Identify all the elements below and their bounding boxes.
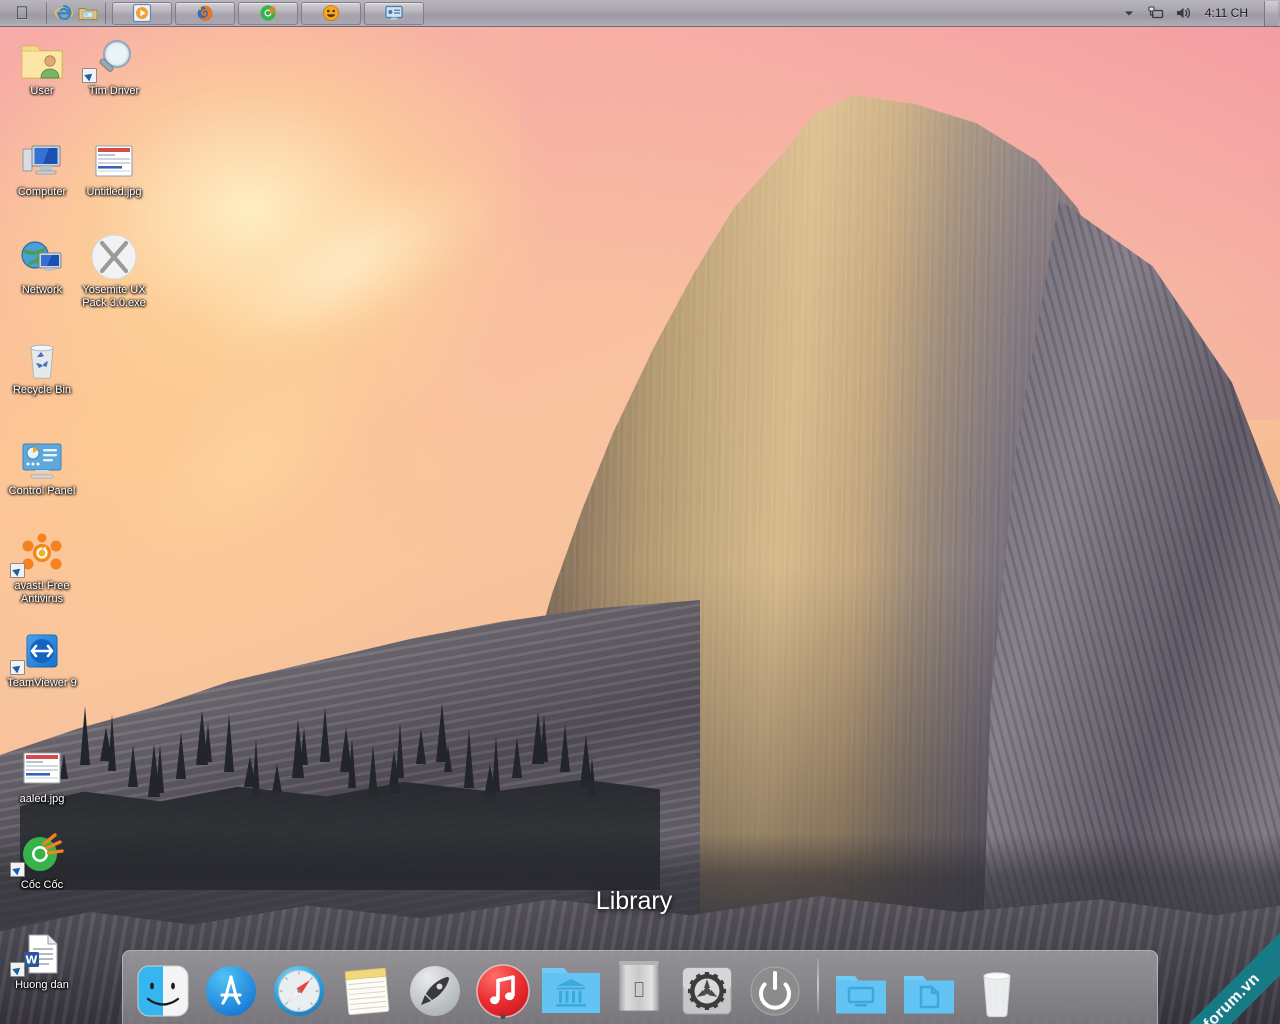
user-folder-icon (4, 32, 80, 82)
gear-icon (678, 962, 736, 1020)
dock-item-library[interactable] (539, 950, 603, 1020)
desktop-icon-label: avast! Free Antivirus (14, 580, 70, 605)
osx-x-icon (76, 231, 152, 281)
trash-icon (968, 962, 1026, 1020)
desktop-icon-label: Recycle Bin (12, 384, 72, 396)
desktop-icon-label: Huong dan (15, 979, 69, 991)
dock-item-itunes[interactable] (471, 950, 535, 1020)
control-panel-icon (4, 432, 80, 482)
desktop-icon-label: User (30, 85, 54, 97)
chevron-up-icon[interactable] (1120, 4, 1138, 22)
image-file-icon (4, 740, 80, 790)
network-icon[interactable] (1147, 4, 1165, 22)
word-document-icon: W (4, 926, 80, 977)
internet-explorer-icon[interactable] (53, 2, 75, 24)
dock-item-app-store[interactable] (199, 950, 263, 1020)
desktop-icon-label: Untitled.jpg (86, 186, 142, 198)
dock-item-shutdown[interactable] (743, 950, 807, 1020)
recycle-bin-icon (4, 331, 80, 381)
desktop-icon-label: Control Panel (8, 485, 76, 497)
desktop-icon-user[interactable]: User (4, 32, 80, 98)
itunes-note-icon (474, 962, 532, 1020)
dock-item-notes[interactable] (335, 950, 399, 1020)
svg-text::  (634, 979, 644, 999)
desktop-icon-label: Yosemite UX Pack 3.0.exe (82, 284, 146, 309)
documents-folder-icon (900, 962, 958, 1020)
rocket-icon (406, 962, 464, 1020)
running-indicator-dot (500, 1014, 506, 1019)
taskbar-divider (46, 2, 47, 24)
desktop-icon-network[interactable]: Network (4, 231, 80, 297)
desktop-icon-label: Network (21, 284, 63, 296)
desktop-icon-untitled-jpg[interactable]: Untitled.jpg (76, 133, 152, 199)
dock-separator (817, 957, 819, 1014)
library-folder-icon (538, 954, 604, 1020)
desktop-icon-huong-dan[interactable]: W Huong dan (4, 926, 80, 992)
taskbar-divider-2 (105, 2, 106, 24)
network-globe-icon (4, 231, 80, 281)
desktop-icon-aaled-jpg[interactable]: aaled.jpg (4, 740, 80, 806)
windows-explorer-icon[interactable] (77, 2, 99, 24)
taskbar-button-firefox[interactable] (175, 1, 235, 25)
shortcut-overlay-icon (10, 862, 25, 877)
desktop-wallpaper (0, 0, 1280, 1024)
desktop-icon-label: Computer (17, 186, 67, 198)
shortcut-overlay-icon (10, 962, 25, 977)
dock-tooltip-library: Library (595, 887, 673, 915)
dock-item-system-preferences[interactable] (675, 950, 739, 1020)
shortcut-overlay-icon (82, 68, 97, 83)
desktop-icon-yosemite-ux-pack[interactable]: Yosemite UX Pack 3.0.exe (76, 231, 152, 309)
dock-item-launchpad[interactable] (403, 950, 467, 1020)
avast-icon (4, 527, 80, 578)
desktop-icon-tim-driver[interactable]: Tim Driver (76, 32, 152, 98)
apple-logo-icon:  (15, 4, 29, 22)
quick-launch-bar (49, 2, 103, 24)
desktop-icon-coc-coc[interactable]: Cốc Cốc (4, 826, 80, 892)
desktop-icon-label: aaled.jpg (19, 793, 65, 805)
dock-item-documents[interactable] (897, 950, 961, 1020)
coccoc-icon (4, 826, 80, 877)
taskbar-button-windows-media-player[interactable] (112, 1, 172, 25)
start-button[interactable]:  (0, 1, 44, 26)
taskbar-button-teamviewer-window[interactable] (364, 1, 424, 25)
app-store-icon (202, 962, 260, 1020)
desktop-icon-avast[interactable]: avast! Free Antivirus (4, 527, 80, 605)
dock-item-safari[interactable] (267, 950, 331, 1020)
safari-compass-icon (270, 962, 328, 1020)
taskbar-clock[interactable]: 4:11 CH (1201, 6, 1258, 20)
desktop-icon-control-panel[interactable]: Control Panel (4, 432, 80, 498)
desktop-icon-computer[interactable]: Computer (4, 133, 80, 199)
wallpaper-treeline (60, 655, 620, 797)
windows-taskbar:  (0, 0, 1280, 27)
taskbar-button-coccoc[interactable] (238, 1, 298, 25)
taskbar-button-chat[interactable] (301, 1, 361, 25)
magnifier-icon (76, 32, 152, 83)
power-icon (746, 962, 804, 1020)
dock-item-trash[interactable] (965, 950, 1029, 1020)
computer-icon (4, 133, 80, 183)
svg-text:W: W (25, 954, 37, 967)
finder-icon (134, 962, 192, 1020)
system-tray: 4:11 CH (1120, 4, 1264, 22)
volume-icon[interactable] (1174, 4, 1192, 22)
desktop-icon-label: Cốc Cốc (20, 879, 64, 891)
taskbar-task-buttons (112, 1, 424, 25)
shortcut-overlay-icon (10, 660, 25, 675)
desktop-icon-label: Tim Driver (88, 85, 140, 97)
dock-item-mac-pro[interactable]:  (607, 950, 671, 1020)
macos-dock:  (122, 950, 1158, 1024)
mac-pro-icon:  (606, 954, 672, 1020)
show-desktop-button[interactable] (1264, 0, 1278, 26)
desktop-icon-recycle-bin[interactable]: Recycle Bin (4, 331, 80, 397)
dock-item-desktop[interactable] (829, 950, 893, 1020)
image-file-icon (76, 133, 152, 183)
desktop-icon-teamviewer[interactable]: TeamViewer 9 (4, 624, 80, 690)
desktop-folder-icon (832, 962, 890, 1020)
dock-item-finder[interactable] (131, 950, 195, 1020)
teamviewer-icon (4, 624, 80, 675)
desktop-icon-label: TeamViewer 9 (7, 677, 77, 689)
shortcut-overlay-icon (10, 563, 25, 578)
notes-pad-icon (338, 962, 396, 1020)
